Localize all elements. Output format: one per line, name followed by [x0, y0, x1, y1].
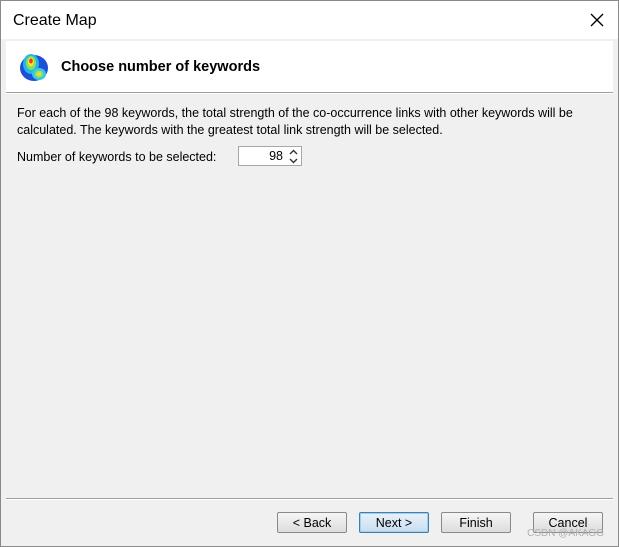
chevron-up-icon [289, 149, 297, 154]
close-button[interactable] [582, 6, 612, 34]
chevron-down-icon [289, 158, 297, 163]
title-bar: Create Map [1, 1, 618, 39]
footer-divider [6, 498, 613, 500]
vosviewer-map-icon [20, 54, 48, 81]
close-icon [590, 13, 604, 27]
finish-button[interactable]: Finish [441, 512, 511, 533]
next-button[interactable]: Next > [359, 512, 429, 533]
window-title: Create Map [13, 12, 97, 29]
wizard-content: For each of the 98 keywords, the total s… [6, 95, 613, 496]
stepper-up-button[interactable] [286, 147, 300, 156]
header-divider [6, 92, 613, 94]
keyword-count-value[interactable]: 98 [269, 149, 283, 163]
description-text: For each of the 98 keywords, the total s… [17, 106, 573, 137]
stepper-down-button[interactable] [286, 156, 300, 165]
back-button[interactable]: < Back [277, 512, 347, 533]
create-map-dialog: Create Map Choose number of keywords For… [0, 0, 619, 547]
wizard-header: Choose number of keywords [6, 41, 613, 92]
keyword-count-stepper[interactable]: 98 [238, 146, 302, 166]
watermark: CSDN @AKAGG [527, 528, 604, 539]
wizard-step-title: Choose number of keywords [61, 59, 261, 75]
keyword-count-label: Number of keywords to be selected: [17, 150, 217, 164]
stepper-arrows [286, 147, 300, 165]
